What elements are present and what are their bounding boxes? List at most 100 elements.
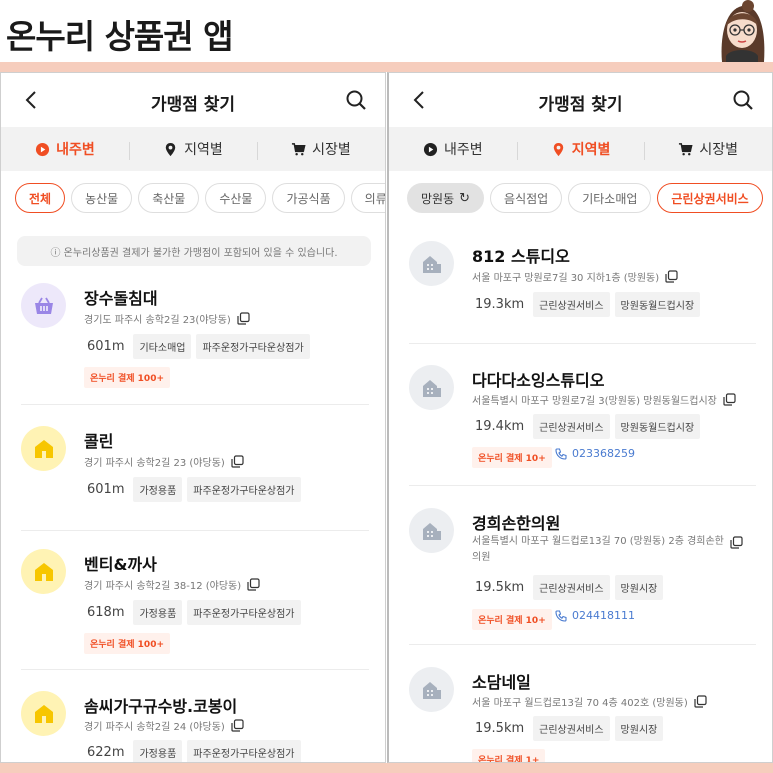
tab-region[interactable]: 지역별 <box>129 139 257 160</box>
shop-icon <box>34 704 53 723</box>
search-icon[interactable] <box>732 89 754 111</box>
store-name: 벤티&까사 <box>84 555 157 574</box>
basket-icon <box>34 297 53 314</box>
store-avatar <box>21 283 66 328</box>
address-text: 경기 파주시 송학2길 23 (야당동) <box>84 458 225 469</box>
store-name: 경희손한의원 <box>472 514 561 533</box>
shop-icon <box>34 439 53 458</box>
app-bar: 가맹점 찾기 <box>389 73 772 127</box>
tab-label: 내주변 <box>444 142 483 158</box>
phone-link[interactable]: 023368259 <box>555 447 635 460</box>
address-line-1: 서울특별시 마포구 월드컵로13길 70 (망원동) 2층 경희손한 <box>472 536 724 547</box>
distance: 19.3km <box>475 297 525 312</box>
store-meta: 618m 가정용품 파주운정가구타운상점가 <box>87 600 301 625</box>
payment-badge: 온누리 결제 10+ <box>472 609 552 630</box>
copy-icon[interactable] <box>247 578 260 591</box>
store-name: 솜씨가구규수방.코봉이 <box>84 697 238 716</box>
store-address: 서울특별시 마포구 월드컵로13길 70 (망원동) 2층 경희손한 의원 <box>472 534 743 566</box>
store-name: 812 스튜디오 <box>472 247 570 266</box>
right-screen: 가맹점 찾기 내주변 지역별 시장별 망원동 ↻ 음식점업 기타소매업 근린상권… <box>387 72 773 763</box>
chip-fishery[interactable]: 수산물 <box>205 183 267 213</box>
banner-divider <box>0 62 773 72</box>
distance: 601m <box>87 482 125 497</box>
payment-badge: 온누리 결제 1+ <box>472 749 546 762</box>
store-address: 경기도 파주시 송학2길 23(야당동) <box>84 311 250 326</box>
payment-badge: 온누리 결제 100+ <box>84 367 170 388</box>
category-tag: 근린상권서비스 <box>533 414 610 439</box>
copy-icon[interactable] <box>723 393 736 406</box>
building-icon <box>422 522 441 540</box>
tab-label: 내주변 <box>56 142 95 158</box>
tab-label: 시장별 <box>699 142 738 158</box>
store-name: 콜린 <box>84 432 114 451</box>
category-tag: 기타소매업 <box>133 334 192 359</box>
copy-icon[interactable] <box>237 312 250 325</box>
store-address: 경기 파주시 송학2길 38-12 (야당동) <box>84 577 260 592</box>
divider <box>409 485 756 486</box>
category-tag: 근린상권서비스 <box>533 292 610 317</box>
tab-market[interactable]: 시장별 <box>644 139 772 160</box>
store-avatar <box>409 365 454 410</box>
left-screen: 가맹점 찾기 내주변 지역별 시장별 전체 농산물 축산물 수산물 가공식품 의… <box>0 72 386 763</box>
chip-clothing[interactable]: 의류및신 <box>350 183 385 213</box>
divider <box>21 669 369 670</box>
copy-icon[interactable] <box>231 455 244 468</box>
store-meta: 622m 가정용품 파주운정가구타운상점가 <box>87 740 301 762</box>
tab-nearby[interactable]: 내주변 <box>389 139 517 159</box>
tab-market[interactable]: 시장별 <box>257 139 385 160</box>
address-text: 서울특별시 마포구 망원로7길 3(망원동) 망원동월드컵시장 <box>472 396 717 407</box>
copy-icon[interactable] <box>730 536 743 549</box>
copy-icon[interactable] <box>231 719 244 732</box>
tab-bar: 내주변 지역별 시장별 <box>1 127 385 171</box>
phone-icon <box>555 609 567 622</box>
store-avatar <box>409 508 454 553</box>
payment-badge: 온누리 결제 100+ <box>84 633 170 654</box>
tab-label: 지역별 <box>184 142 223 158</box>
copy-icon[interactable] <box>665 270 678 283</box>
distance: 622m <box>87 745 125 760</box>
notice-banner: ⓘ 온누리상품권 결제가 불가한 가맹점이 포함되어 있을 수 있습니다. <box>17 236 371 266</box>
category-tag: 근린상권서비스 <box>533 575 610 600</box>
chip-all[interactable]: 전체 <box>15 183 66 213</box>
store-meta: 19.5km 근린상권서비스 망원시장 <box>475 716 664 741</box>
address-text: 경기 파주시 송학2길 24 (야당동) <box>84 722 225 733</box>
store-avatar <box>409 667 454 712</box>
phone-link[interactable]: 024418111 <box>555 609 635 622</box>
divider <box>409 343 756 344</box>
market-tag: 파주운정가구타운상점가 <box>187 740 301 762</box>
tab-label: 시장별 <box>312 142 351 158</box>
banner-title: 온누리 상품권 앱 <box>6 17 233 56</box>
store-meta: 19.3km 근린상권서비스 망원동월드컵시장 <box>475 292 701 317</box>
building-icon <box>422 379 441 397</box>
tab-nearby[interactable]: 내주변 <box>1 139 129 159</box>
copy-icon[interactable] <box>694 695 707 708</box>
chip-region-mangwon[interactable]: 망원동 ↻ <box>407 183 485 213</box>
footer-bar <box>0 763 773 773</box>
store-address: 경기 파주시 송학2길 23 (야당동) <box>84 454 244 469</box>
distance: 618m <box>87 605 125 620</box>
chip-agri[interactable]: 농산물 <box>71 183 133 213</box>
chip-livestock[interactable]: 축산물 <box>138 183 200 213</box>
tab-region[interactable]: 지역별 <box>516 139 645 160</box>
store-avatar <box>21 549 66 594</box>
market-tag: 망원시장 <box>614 716 664 741</box>
chip-restaurant[interactable]: 음식점업 <box>490 183 563 213</box>
chip-retail[interactable]: 기타소매업 <box>568 183 652 213</box>
market-tag: 망원동월드컵시장 <box>614 414 701 439</box>
filter-chips: 망원동 ↻ 음식점업 기타소매업 근린상권서비스 <box>407 183 772 215</box>
address-line-2: 의원 <box>472 552 491 563</box>
map-pin-icon <box>553 142 563 156</box>
cart-icon <box>679 142 693 155</box>
play-circle-icon <box>36 142 50 156</box>
store-name: 장수돌침대 <box>84 289 158 308</box>
store-meta: 601m 가정용품 파주운정가구타운상점가 <box>87 477 301 502</box>
store-meta: 19.5km 근린상권서비스 망원시장 <box>475 575 664 600</box>
chip-processed[interactable]: 가공식품 <box>272 183 345 213</box>
address-text: 서울 마포구 월드컵로13길 70 4층 402호 (망원동) <box>472 698 688 709</box>
chip-label: 망원동 <box>421 191 455 206</box>
building-icon <box>422 255 441 273</box>
search-icon[interactable] <box>345 89 367 111</box>
market-tag: 파주운정가구타운상점가 <box>187 600 301 625</box>
chip-neighborhood-service[interactable]: 근린상권서비스 <box>657 183 763 213</box>
phone-number: 024418111 <box>572 609 635 622</box>
